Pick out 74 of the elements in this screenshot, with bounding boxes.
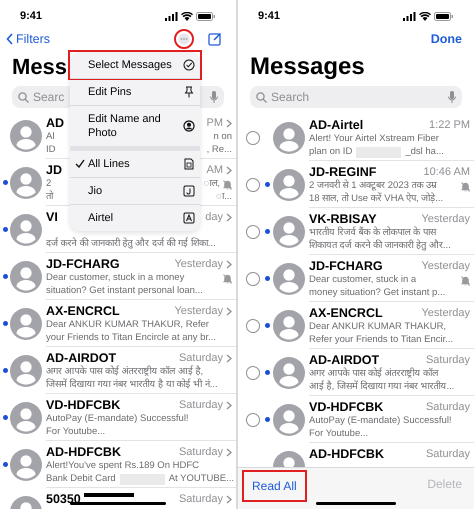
message-preview: n on: [214, 130, 232, 144]
message-time: day: [205, 210, 223, 226]
sender-name: VD-HDFCBK: [309, 399, 384, 416]
sender-name: VD-HDFCBK: [46, 397, 120, 414]
message-time: Saturday: [426, 400, 470, 416]
message-preview: Al: [46, 130, 54, 144]
message-preview: दर्ज करने की जानकारी हेतु और दर्ज की गई शिका...: [46, 237, 216, 252]
message-time: Yesterday: [421, 212, 470, 228]
message-preview: Alert! Your Airtel Xstream Fiber: [309, 132, 439, 146]
message-preview: ा...: [216, 190, 232, 204]
message-preview: भारतीय रिजर्व बैंक के लोकपाल के पास: [309, 226, 436, 240]
message-time: Saturday: [178, 351, 223, 366]
message-time: Yesterday: [421, 306, 470, 322]
message-preview: _dsl ha...: [405, 145, 444, 160]
message-time: Saturday: [178, 445, 223, 460]
message-preview: situation? Get instant personal loan...: [46, 284, 203, 298]
sender-name: VI: [46, 209, 58, 226]
message-time: Yesterday: [174, 257, 223, 272]
message-preview: ाल,: [203, 177, 220, 192]
message-preview: ID: [46, 143, 56, 158]
sender-name: JD-REGINF: [309, 164, 376, 180]
sender-name: AD-HDFCBK: [46, 444, 121, 461]
message-time: Saturday: [178, 398, 223, 414]
toolbar-button: Delete: [419, 470, 470, 498]
message-time: Yesterday: [174, 304, 223, 320]
message-preview: , Re...: [206, 143, 232, 158]
message-preview: For Youtube...: [309, 427, 368, 442]
message-preview: At YOUTUBE...: [168, 472, 234, 486]
message-time: 10:46 AM: [424, 165, 470, 180]
message-preview: Dear ANKUR KUMAR THAKUR,: [309, 320, 446, 334]
message-preview: your Friends to Titan Encircle at any br...: [46, 331, 216, 346]
sender-name: AX-ENCRCL: [46, 303, 120, 320]
message-time: PM: [206, 116, 223, 132]
message-preview: For Youtube...: [46, 425, 106, 440]
status-time: 9:41: [20, 8, 42, 24]
message-time: Saturday: [426, 447, 470, 462]
message-preview: Dear customer, stuck in a: [309, 273, 416, 288]
message-preview: तो: [46, 190, 53, 204]
message-preview: Dear ANKUR KUMAR THAKUR, Refer: [46, 318, 209, 332]
page-title: Messages: [249, 52, 366, 82]
message-time: Saturday: [426, 353, 470, 368]
message-time: 1:22 PM: [429, 118, 470, 134]
sender-name: AD-Airtel: [309, 117, 364, 134]
sender-name: 50350: [46, 491, 81, 508]
sender-name: AD-AIRDOT: [46, 350, 116, 366]
message-preview: AutoPay (E-mandate) Successful!: [46, 412, 189, 426]
sender-name: JD: [46, 162, 62, 179]
message-preview: आई है, जिसमें दिखाया गया नंबर भारतीय...: [309, 380, 454, 394]
message-preview: 2: [46, 177, 52, 190]
sender-name: AX-ENCRCL: [309, 305, 383, 322]
message-preview: plan on ID: [309, 145, 352, 160]
sender-name: VK-RBISAY: [309, 211, 377, 226]
message-preview: 18 साल, तो Use करें VHA ऐप, जोड़े...: [309, 192, 444, 206]
message-preview: money situation? Get instant p...: [309, 286, 446, 300]
message-time: AM: [206, 163, 223, 178]
sender-name: AD-HDFCBK: [309, 446, 384, 464]
sender-name: JD-FCHARG: [46, 256, 120, 273]
message-time: Yesterday: [421, 259, 470, 274]
message-preview: Dear customer, stuck in a money: [46, 271, 184, 286]
message-preview: Bank Debit Card: [46, 472, 116, 486]
page-title: Mess: [12, 53, 68, 81]
message-preview: अगर आपके पास कोई अंतरराष्ट्रीय कॉल: [309, 367, 438, 380]
message-preview: AutoPay (E-mandate) Successful!: [309, 414, 452, 428]
message-preview: Refer your Friends to Titan Encir...: [309, 333, 454, 348]
status-time: 9:41: [258, 8, 280, 24]
message-preview: शिकायत दर्ज करने की जानकारी हेतु और...: [309, 239, 451, 254]
message-preview: जिसमें दिखाया गया नंबर भारतीय है या कोई भी नं...: [46, 378, 218, 392]
sender-name: JD-FCHARG: [309, 258, 383, 275]
sender-name: AD-AIRDOT: [309, 352, 380, 368]
sender-name: AD: [46, 115, 64, 132]
message-preview: Alert!You've spent Rs.189 On HDFC: [46, 459, 200, 474]
message-preview: अगर आपके पास कोई अंतरराष्ट्रीय कॉल आई है,: [46, 365, 204, 378]
message-time: Saturday: [178, 492, 223, 508]
message-preview: 2 जनवरी से 1 अक्टूबर 2023 तक उम्र: [309, 179, 438, 192]
